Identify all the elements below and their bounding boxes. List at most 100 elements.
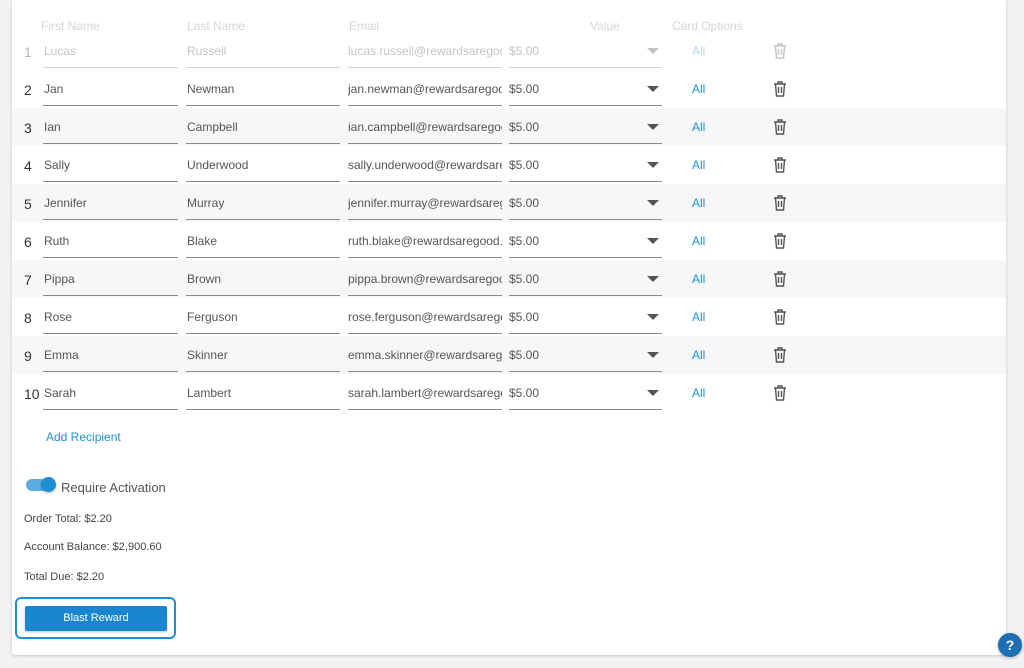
toggle-knob [41,477,56,492]
trash-icon[interactable] [772,80,788,98]
last-name-field[interactable]: Newman [186,70,340,106]
trash-icon[interactable] [772,384,788,402]
last-name-field[interactable]: Brown [186,260,340,296]
card-options-link[interactable]: All [692,272,705,286]
card-options-link[interactable]: All [692,120,705,134]
last-name-value: Murray [187,196,225,210]
blast-reward-button[interactable]: Blast Reward [25,606,167,631]
row-index: 6 [24,234,32,250]
row-index: 10 [24,386,40,402]
card-options-link[interactable]: All [692,44,705,58]
value-select[interactable]: $5.00 [509,108,662,144]
email-field[interactable]: lucas.russell@rewardsaregood.com [348,32,502,68]
trash-icon[interactable] [772,232,788,250]
value-selected: $5.00 [509,272,540,286]
add-recipient-link[interactable]: Add Recipient [46,430,121,444]
value-select[interactable]: $5.00 [509,184,662,220]
value-select[interactable]: $5.00 [509,32,662,68]
card-options-link[interactable]: All [692,234,705,248]
last-name-value: Russell [187,44,227,58]
trash-icon[interactable] [772,118,788,136]
value-select[interactable]: $5.00 [509,146,662,182]
caret-down-icon [647,162,659,168]
first-name-field[interactable]: Sarah [43,374,178,410]
card-options-link[interactable]: All [692,386,705,400]
last-name-field[interactable]: Ferguson [186,298,340,334]
value-select[interactable]: $5.00 [509,336,662,372]
first-name-field[interactable]: Emma [43,336,178,372]
last-name-value: Lambert [187,386,232,400]
header-first-name: First Name [41,19,100,33]
trash-icon[interactable] [772,308,788,326]
value-selected: $5.00 [509,310,540,324]
first-name-value: Sally [44,158,71,172]
card-options-link[interactable]: All [692,158,705,172]
email-field[interactable]: pippa.brown@rewardsaregood.com [348,260,502,296]
first-name-field[interactable]: Jan [43,70,178,106]
last-name-value: Campbell [187,120,238,134]
row-index: 3 [24,120,32,136]
first-name-field[interactable]: Sally [43,146,178,182]
value-selected: $5.00 [509,44,540,58]
card-options-link[interactable]: All [692,82,705,96]
first-name-value: Sarah [44,386,77,400]
value-select[interactable]: $5.00 [509,260,662,296]
value-select[interactable]: $5.00 [509,374,662,410]
first-name-value: Ruth [44,234,70,248]
email-field[interactable]: ian.campbell@rewardsaregood.com [348,108,502,144]
last-name-field[interactable]: Murray [186,184,340,220]
caret-down-icon [647,48,659,54]
caret-down-icon [647,314,659,320]
first-name-field[interactable]: Pippa [43,260,178,296]
last-name-value: Blake [187,234,218,248]
first-name-field[interactable]: Ian [43,108,178,144]
last-name-field[interactable]: Lambert [186,374,340,410]
first-name-field[interactable]: Lucas [43,32,178,68]
value-select[interactable]: $5.00 [509,222,662,258]
table-row: 8 Rose Ferguson rose.ferguson@rewardsare… [12,298,1006,336]
first-name-field[interactable]: Ruth [43,222,178,258]
trash-icon[interactable] [772,42,788,60]
row-index: 9 [24,348,32,364]
card-options-link[interactable]: All [692,310,705,324]
email-field[interactable]: sally.underwood@rewardsaregood.com [348,146,502,182]
caret-down-icon [647,352,659,358]
last-name-field[interactable]: Underwood [186,146,340,182]
email-value: ruth.blake@rewardsaregood.com [348,234,502,248]
email-field[interactable]: sarah.lambert@rewardsaregood.com [348,374,502,410]
card-options-link[interactable]: All [692,196,705,210]
last-name-field[interactable]: Blake [186,222,340,258]
first-name-field[interactable]: Jennifer [43,184,178,220]
last-name-field[interactable]: Skinner [186,336,340,372]
require-activation-toggle[interactable] [26,477,56,492]
email-value: sarah.lambert@rewardsaregood.com [348,386,502,400]
trash-icon[interactable] [772,194,788,212]
value-select[interactable]: $5.00 [509,298,662,334]
trash-icon[interactable] [772,156,788,174]
header-card-options: Card Options [672,19,743,33]
email-value: rose.ferguson@rewardsaregood.com [348,310,502,324]
caret-down-icon [647,200,659,206]
email-field[interactable]: ruth.blake@rewardsaregood.com [348,222,502,258]
card-options-link[interactable]: All [692,348,705,362]
value-selected: $5.00 [509,386,540,400]
first-name-field[interactable]: Rose [43,298,178,334]
trash-icon[interactable] [772,270,788,288]
last-name-field[interactable]: Campbell [186,108,340,144]
trash-icon[interactable] [772,346,788,364]
value-select[interactable]: $5.00 [509,70,662,106]
table-row: 6 Ruth Blake ruth.blake@rewardsaregood.c… [12,222,1006,260]
table-row: 7 Pippa Brown pippa.brown@rewardsaregood… [12,260,1006,298]
email-field[interactable]: jennifer.murray@rewardsaregood.com [348,184,502,220]
email-field[interactable]: rose.ferguson@rewardsaregood.com [348,298,502,334]
value-selected: $5.00 [509,196,540,210]
value-selected: $5.00 [509,158,540,172]
caret-down-icon [647,276,659,282]
last-name-value: Ferguson [187,310,238,324]
email-field[interactable]: emma.skinner@rewardsaregood.com [348,336,502,372]
email-field[interactable]: jan.newman@rewardsaregood.com [348,70,502,106]
last-name-value: Skinner [187,348,228,362]
last-name-field[interactable]: Russell [186,32,340,68]
help-icon[interactable]: ? [998,633,1022,657]
table-row: 10 Sarah Lambert sarah.lambert@rewardsar… [12,374,1006,412]
